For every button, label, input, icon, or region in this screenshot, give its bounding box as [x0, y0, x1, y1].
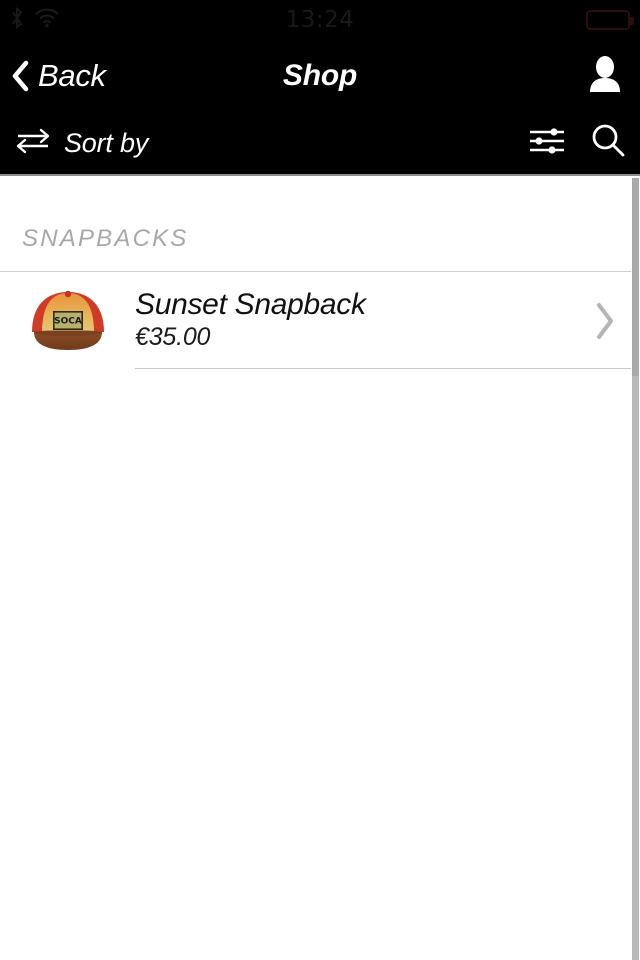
search-button[interactable]: [590, 123, 626, 164]
status-bar-right-icons: [586, 10, 634, 30]
magnifier-icon: [590, 123, 626, 164]
section-header-snapbacks: SNAPBACKS: [0, 178, 640, 272]
list-item[interactable]: SOCA Sunset Snapback €35.00: [0, 272, 640, 369]
product-list-container: SNAPBACKS SOCA Sunset Snapback €35.00: [0, 178, 640, 960]
scrollbar-tail[interactable]: [632, 376, 639, 960]
shop-screen: 13:24 Back Shop Sort by SNAPBACKS SOCA S…: [0, 0, 640, 960]
product-price: €35.00: [135, 322, 211, 351]
sort-by-button[interactable]: Sort by: [14, 112, 148, 174]
sort-bar-actions: [528, 112, 626, 174]
product-info: Sunset Snapback €35.00: [135, 289, 570, 352]
svg-text:SOCA: SOCA: [54, 316, 82, 326]
chevron-right-icon: [570, 300, 640, 342]
sort-filter-bar: Sort by: [0, 112, 640, 176]
swap-arrows-icon: [14, 128, 52, 159]
status-bar-clock: 13:24: [285, 7, 355, 33]
scrollbar-thumb[interactable]: [632, 178, 639, 376]
sliders-icon: [528, 126, 566, 161]
snapback-cap-thumbnail: SOCA: [26, 288, 110, 354]
battery-icon: [586, 10, 634, 30]
filter-button[interactable]: [528, 126, 566, 161]
status-bar: 13:24: [0, 0, 640, 40]
list-item-divider: [135, 368, 640, 369]
sort-by-label: Sort by: [64, 127, 149, 158]
page-title: Shop: [282, 59, 358, 92]
profile-button[interactable]: [588, 40, 622, 112]
product-name: Sunset Snapback: [135, 288, 366, 322]
product-thumbnail: SOCA: [0, 288, 135, 354]
person-icon: [588, 55, 622, 98]
nav-bar: Back Shop: [0, 40, 640, 112]
section-title: SNAPBACKS: [22, 225, 189, 252]
